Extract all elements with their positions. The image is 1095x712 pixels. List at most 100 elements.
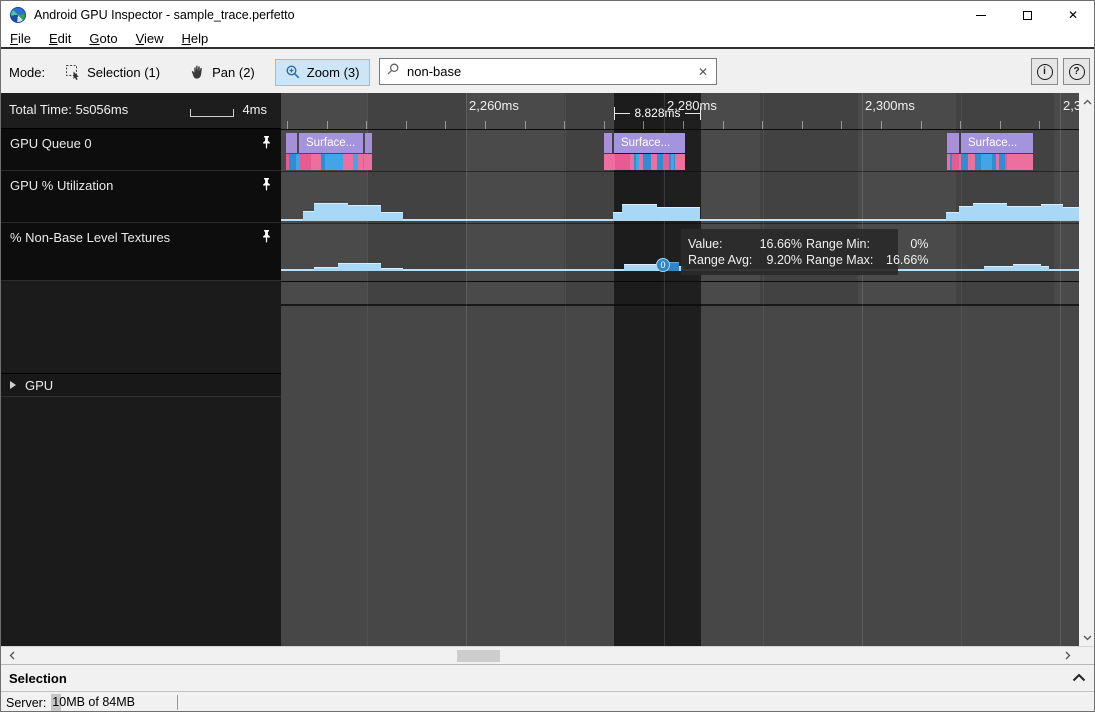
surface-cluster[interactable]: Surface... — [286, 133, 372, 169]
track-row-nonbase-textures[interactable]: % Non-Base Level Textures — [1, 223, 281, 281]
scrollbar-thumb[interactable] — [457, 650, 500, 662]
surface-cluster[interactable]: Surface... — [947, 133, 1033, 169]
queue-slice[interactable] — [365, 133, 372, 153]
gridline-major — [862, 93, 863, 646]
menu-view[interactable]: View — [127, 31, 173, 46]
window-title: Android GPU Inspector - sample_trace.per… — [34, 8, 295, 22]
surface-slice[interactable]: Surface... — [961, 133, 1033, 153]
ruler-tick — [762, 121, 763, 129]
gridline-major — [664, 93, 665, 646]
nonbase-area — [1041, 266, 1049, 271]
timeline-header-left: Total Time: 5s056ms 4ms — [1, 93, 281, 129]
nonbase-area — [381, 268, 403, 271]
gridline-minor — [565, 93, 566, 646]
vertical-scrollbar[interactable] — [1079, 93, 1095, 646]
scale-bracket-icon — [190, 109, 234, 117]
mode-zoom-label: Zoom (3) — [307, 65, 360, 80]
menu-goto[interactable]: Goto — [80, 31, 126, 46]
ruler-label: 2,300ms — [865, 98, 915, 113]
pin-icon[interactable] — [260, 135, 273, 153]
menu-help[interactable]: Help — [173, 31, 218, 46]
ruler-tick — [802, 121, 803, 129]
mode-zoom-button[interactable]: Zoom (3) — [275, 59, 370, 86]
command-buffer-bars — [604, 154, 685, 170]
close-icon: ✕ — [1068, 9, 1078, 21]
status-bar: Server: 10MB of 84MB — [1, 691, 1095, 712]
info-icon: i — [1037, 64, 1053, 80]
ruler-tick — [287, 121, 288, 129]
scale-label: 4ms — [242, 102, 267, 117]
value-marker: 0 — [656, 258, 670, 272]
queue-slice[interactable] — [286, 133, 297, 153]
mode-label: Mode: — [9, 65, 45, 80]
timeline-canvas[interactable]: 8.828ms 0 Value:16.66%Range Min:0%Range … — [281, 93, 1079, 646]
ruler-tick — [921, 121, 922, 129]
scroll-left-icon[interactable] — [3, 647, 20, 664]
tooltip-cell: Range Max: — [806, 253, 886, 267]
gridline-major — [466, 93, 467, 646]
horizontal-scrollbar[interactable] — [1, 646, 1095, 664]
surface-slice[interactable]: Surface... — [299, 133, 363, 153]
scroll-right-icon[interactable] — [1059, 647, 1076, 664]
ruler-label: 2,260ms — [469, 98, 519, 113]
utilization-area — [381, 212, 403, 221]
menu-edit[interactable]: Edit — [40, 31, 80, 46]
tooltip-cell: Range Min: — [806, 237, 886, 251]
ruler-tick — [406, 121, 407, 129]
ruler-tick — [604, 121, 605, 129]
search-clear-icon[interactable]: ✕ — [696, 65, 710, 79]
tooltip-cell: Value: — [688, 237, 754, 251]
utilization-area — [657, 207, 700, 221]
selection-panel-header[interactable]: Selection — [1, 664, 1095, 691]
mode-pan-button[interactable]: Pan (2) — [180, 59, 265, 86]
track-name: GPU Queue 0 — [10, 136, 92, 151]
utilization-area — [1007, 206, 1041, 221]
minimize-icon — [976, 15, 986, 16]
help-button[interactable]: ? — [1063, 58, 1090, 85]
surface-cluster[interactable]: Surface... — [604, 133, 685, 169]
track-row-gpu-utilization[interactable]: GPU % Utilization — [1, 171, 281, 223]
track-name: % Non-Base Level Textures — [10, 230, 170, 245]
surface-slice[interactable]: Surface... — [614, 133, 685, 153]
ruler-tick — [564, 121, 565, 129]
group-row-gpu[interactable]: GPU — [1, 373, 281, 397]
ruler-tick — [525, 121, 526, 129]
ruler-tick — [485, 121, 486, 129]
tooltip-cell: 16.66% — [754, 237, 806, 251]
window-controls: ✕ — [958, 1, 1095, 29]
tooltip-cell: 9.20% — [754, 253, 806, 267]
maximize-icon — [1023, 11, 1032, 20]
menu-bar: File Edit Goto View Help — [1, 29, 1095, 49]
scroll-up-icon[interactable] — [1079, 93, 1095, 110]
utilization-area — [303, 211, 314, 221]
selection-icon — [65, 64, 81, 80]
info-button[interactable]: i — [1031, 58, 1058, 85]
maximize-button[interactable] — [1004, 1, 1050, 29]
search-input[interactable] — [405, 63, 696, 80]
close-button[interactable]: ✕ — [1050, 1, 1095, 29]
pin-icon[interactable] — [260, 229, 273, 247]
gridline-minor — [961, 93, 962, 646]
app-window: Android GPU Inspector - sample_trace.per… — [0, 0, 1095, 712]
command-buffer-bars — [286, 154, 372, 170]
tooltip-cell: Range Avg: — [688, 253, 754, 267]
mode-selection-button[interactable]: Selection (1) — [55, 59, 170, 86]
nonbase-area — [338, 263, 381, 271]
ruler-label: 2,3 — [1063, 98, 1079, 113]
pin-icon[interactable] — [260, 177, 273, 195]
scroll-down-icon[interactable] — [1079, 629, 1095, 646]
minimize-button[interactable] — [958, 1, 1004, 29]
menu-file[interactable]: File — [1, 31, 40, 46]
ruler-tick — [1000, 121, 1001, 129]
track-label-column: Total Time: 5s056ms 4ms GPU Queue 0 GPU … — [1, 93, 281, 646]
tooltip-cell: 0% — [886, 237, 928, 251]
expand-arrow-icon[interactable] — [10, 381, 16, 389]
track-row-gpu-queue-0[interactable]: GPU Queue 0 — [1, 129, 281, 171]
collapse-chevron-icon[interactable] — [1072, 669, 1086, 687]
total-time-label: Total Time: 5s056ms — [9, 102, 128, 117]
server-memory-bar: 10MB of 84MB — [51, 694, 137, 711]
group-label: GPU — [25, 378, 53, 393]
status-divider — [177, 695, 178, 710]
queue-slice[interactable] — [604, 133, 612, 153]
queue-slice[interactable] — [947, 133, 959, 153]
